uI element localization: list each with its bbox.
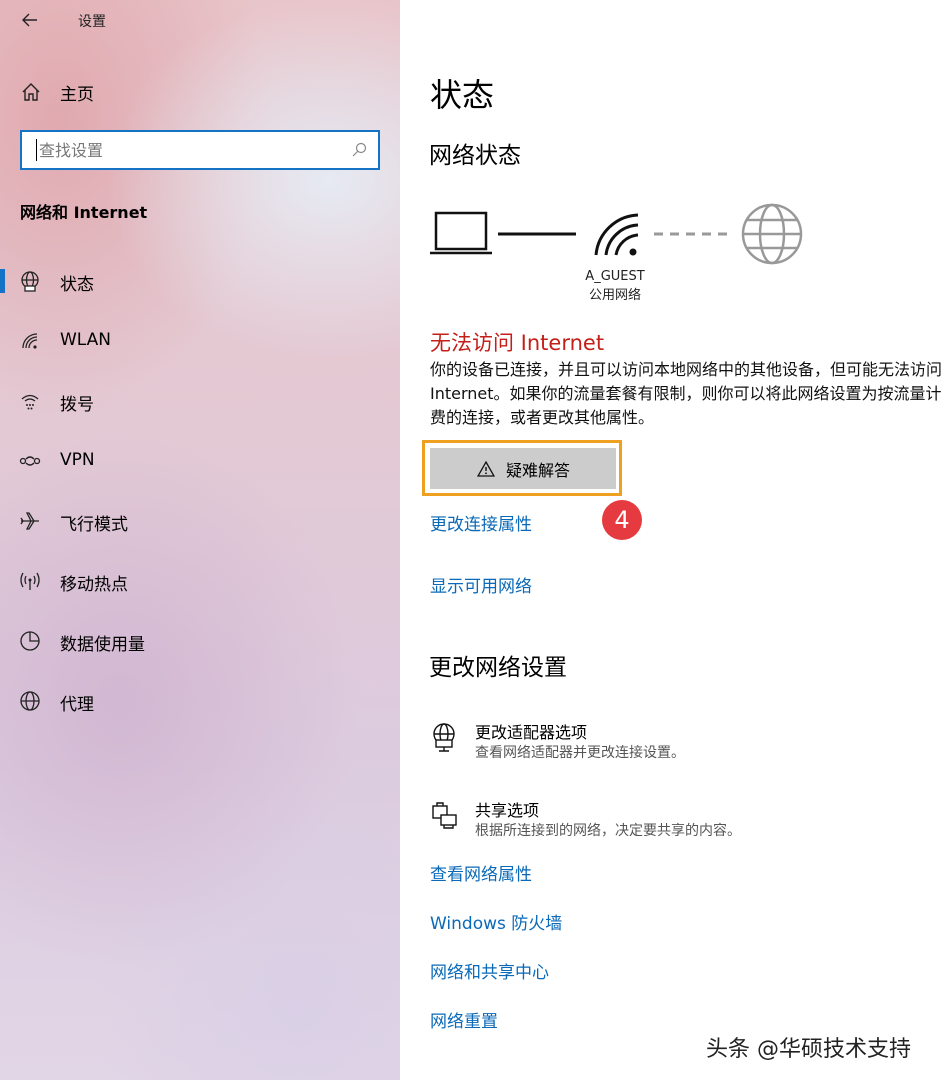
airplane-icon: [18, 509, 42, 533]
dialup-icon: [18, 389, 42, 413]
main-content: 状态 网络状态 A_GUEST 公用网络 无法访问 Internet 你的设备已…: [400, 0, 948, 1080]
network-reset-link[interactable]: 网络重置: [430, 1007, 498, 1032]
sidebar-item-label: 数据使用量: [60, 635, 145, 655]
back-button[interactable]: [16, 6, 44, 34]
show-available-networks-link[interactable]: 显示可用网络: [430, 572, 532, 597]
warning-icon: [476, 459, 496, 479]
data-usage-icon: [18, 629, 42, 653]
sidebar-item-vpn[interactable]: VPN: [0, 439, 400, 483]
globe-icon: [18, 689, 42, 713]
home-link[interactable]: 主页: [20, 78, 94, 106]
sidebar-item-status[interactable]: 状态: [0, 259, 400, 303]
network-label: A_GUEST 公用网络: [570, 267, 660, 305]
sidebar-item-mobile-hotspot[interactable]: 移动热点: [0, 559, 400, 603]
network-name: A_GUEST: [585, 269, 645, 284]
sidebar-item-label: 飞行模式: [60, 515, 128, 535]
globe-network-icon: [18, 269, 42, 293]
sidebar-item-data-usage[interactable]: 数据使用量: [0, 619, 400, 663]
status-description: 你的设备已连接，并且可以访问本地网络中的其他设备，但可能无法访问 Interne…: [430, 360, 943, 427]
step-badge: 4: [602, 500, 642, 540]
option-subtitle: 根据所连接到的网络，决定要共享的内容。: [475, 823, 741, 839]
sidebar-item-label: 拨号: [60, 395, 94, 415]
back-arrow-icon: [22, 13, 37, 27]
app-title: 设置: [78, 14, 106, 30]
title-bar: 设置: [0, 0, 400, 40]
sidebar-item-wlan[interactable]: WLAN: [0, 319, 400, 363]
search-box[interactable]: [20, 130, 380, 170]
sidebar: 设置 主页 网络和 Internet 状态 WLAN 拨号: [0, 0, 400, 1080]
watermark: 头条 @华硕技术支持: [706, 1037, 911, 1062]
wifi-signal-icon: [594, 213, 639, 256]
change-connection-properties-link[interactable]: 更改连接属性: [430, 510, 532, 535]
sharing-icon: [428, 799, 460, 831]
troubleshoot-label: 疑难解答: [505, 462, 570, 480]
sidebar-item-label: VPN: [60, 450, 95, 470]
sidebar-item-label: WLAN: [60, 330, 112, 350]
search-input[interactable]: [36, 139, 350, 161]
sidebar-item-label: 代理: [60, 695, 94, 715]
sidebar-item-dialup[interactable]: 拨号: [0, 379, 400, 423]
page-title: 状态: [430, 76, 495, 114]
sidebar-item-proxy[interactable]: 代理: [0, 679, 400, 723]
laptop-icon: [430, 211, 492, 255]
network-sharing-center-link[interactable]: 网络和共享中心: [430, 958, 549, 983]
sidebar-item-airplane-mode[interactable]: 飞行模式: [0, 499, 400, 543]
troubleshoot-button[interactable]: 疑难解答: [430, 448, 616, 489]
network-status-heading: 网络状态: [429, 143, 521, 169]
option-title: 更改适配器选项: [475, 723, 588, 742]
network-type: 公用网络: [588, 288, 641, 303]
network-diagram: A_GUEST 公用网络: [400, 195, 948, 310]
change-settings-heading: 更改网络设置: [429, 655, 567, 681]
sidebar-item-label: 移动热点: [60, 575, 128, 595]
sharing-options-item[interactable]: 共享选项 根据所连接到的网络，决定要共享的内容。: [428, 797, 928, 847]
wifi-icon: [18, 329, 42, 353]
adapter-options-item[interactable]: 更改适配器选项 查看网络适配器并更改连接设置。: [428, 719, 928, 769]
home-icon: [20, 81, 42, 103]
adapter-icon: [428, 721, 460, 753]
selection-indicator: [0, 269, 5, 293]
home-label: 主页: [60, 84, 94, 105]
internet-globe-icon: [741, 203, 803, 265]
view-network-properties-link[interactable]: 查看网络属性: [430, 860, 532, 885]
section-title: 网络和 Internet: [20, 203, 148, 222]
option-title: 共享选项: [475, 801, 540, 820]
error-title: 无法访问 Internet: [430, 331, 605, 355]
option-subtitle: 查看网络适配器并更改连接设置。: [475, 745, 685, 761]
windows-firewall-link[interactable]: Windows 防火墙: [430, 909, 562, 934]
hotspot-icon: [18, 569, 42, 593]
sidebar-item-label: 状态: [60, 275, 94, 295]
search-icon[interactable]: [350, 141, 368, 159]
vpn-icon: [18, 449, 42, 473]
